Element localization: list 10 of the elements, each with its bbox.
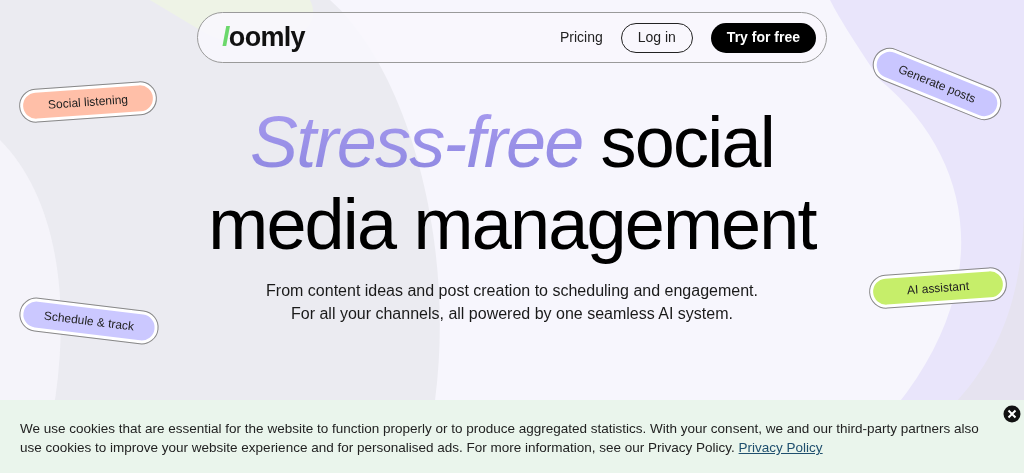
feature-tag: AI assistant — [869, 267, 1007, 309]
logo[interactable]: loomly — [222, 17, 305, 58]
close-icon[interactable] — [1003, 405, 1021, 423]
signup-button[interactable]: Try for free — [710, 22, 816, 53]
pricing-link[interactable]: Pricing — [559, 27, 603, 48]
subtitle-line: For all your channels, all powered by one seamless AI system. — [291, 304, 733, 324]
subtitle-line: From content ideas and post creation to scheduling and engagement. — [266, 281, 758, 301]
cookie-message: We use cookies that are essential for the website to function properly or to produce aggregated statistics. With your consent, we and our third-party partners also use cookies to improve your website experience and for personalised ads. For more information, see our Privacy Policy. Privacy Policy — [20, 420, 980, 457]
privacy-policy-link[interactable]: Privacy Policy — [738, 440, 823, 455]
headline: Stress-free social media management — [207, 101, 818, 265]
